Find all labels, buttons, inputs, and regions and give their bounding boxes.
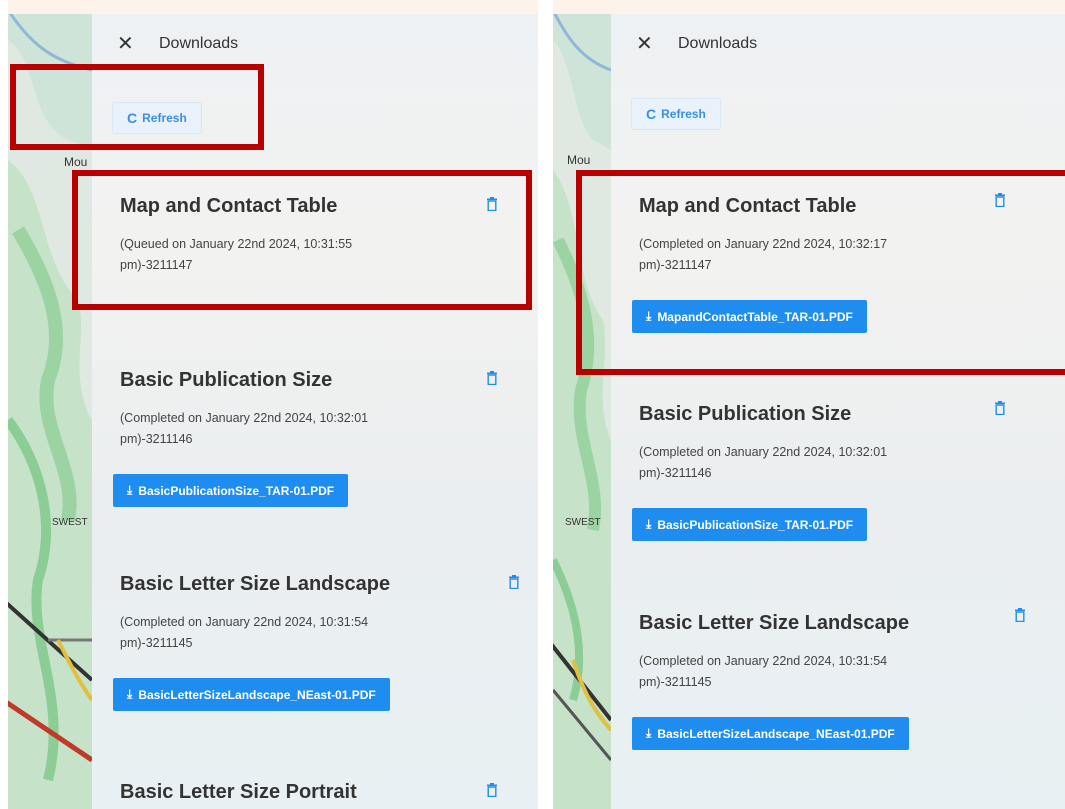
download-icon: ⤓ <box>127 483 133 497</box>
refresh-label: Refresh <box>661 107 706 121</box>
download-file-button[interactable]: ⤓ BasicPublicationSize_TAR-01.PDF <box>632 508 868 541</box>
item-title: Basic Letter Size Landscape <box>639 612 910 634</box>
screenshot-before: Mou SWEST ✕ Downloads C Refresh Map and … <box>8 0 538 809</box>
top-strip <box>8 0 538 14</box>
highlight-box-item <box>72 170 532 310</box>
panel-title: Downloads <box>678 35 758 52</box>
item-title: Basic Letter Size Portrait <box>120 781 357 803</box>
download-file-button[interactable]: ⤓ BasicLetterSizeLandscape_NEast-01.PDF <box>113 678 390 711</box>
download-item-publication: Basic Publication Size (Completed on Jan… <box>113 369 538 507</box>
panel-header: ✕ Downloads <box>636 34 757 54</box>
map-label-area: SWEST <box>565 517 601 528</box>
close-icon[interactable]: ✕ <box>117 34 139 54</box>
download-icon: ⤓ <box>646 726 652 740</box>
highlight-box-item <box>576 170 1065 375</box>
item-status: (Completed on January 22nd 2024, 10:31:5… <box>120 615 369 650</box>
file-name: BasicPublicationSize_TAR-01.PDF <box>138 483 335 498</box>
download-file-button[interactable]: ⤓ BasicPublicationSize_TAR-01.PDF <box>113 474 349 507</box>
download-item-letter-landscape: Basic Letter Size Landscape (Completed o… <box>113 573 538 711</box>
download-item-letter-landscape: Basic Letter Size Landscape (Completed o… <box>632 608 1065 750</box>
highlight-box-refresh <box>10 64 264 150</box>
item-title: Basic Publication Size <box>120 369 333 391</box>
download-item-letter-portrait: Basic Letter Size Portrait <box>120 781 538 804</box>
trash-icon[interactable] <box>486 371 498 385</box>
close-icon[interactable]: ✕ <box>636 34 658 54</box>
screenshot-after: Mou SWEST ✕ Downloads C Refresh Map and … <box>553 0 1065 809</box>
item-title: Basic Letter Size Landscape <box>120 573 391 595</box>
refresh-icon: C <box>646 106 657 122</box>
item-status: (Completed on January 22nd 2024, 10:32:0… <box>120 411 369 446</box>
download-item-publication: Basic Publication Size (Completed on Jan… <box>632 401 1065 541</box>
file-name: BasicLetterSizeLandscape_NEast-01.PDF <box>138 687 376 702</box>
trash-icon[interactable] <box>1014 608 1026 622</box>
trash-icon[interactable] <box>486 783 498 797</box>
item-status: (Completed on January 22nd 2024, 10:32:0… <box>639 445 888 480</box>
map-label-area: SWEST <box>52 517 88 528</box>
top-strip <box>553 0 1065 14</box>
panel-title: Downloads <box>159 35 239 52</box>
item-status: (Completed on January 22nd 2024, 10:31:5… <box>639 654 888 689</box>
trash-icon[interactable] <box>508 575 520 589</box>
download-icon: ⤓ <box>646 517 652 531</box>
panel-header: ✕ Downloads <box>117 34 238 54</box>
refresh-button[interactable]: C Refresh <box>631 98 721 130</box>
trash-icon[interactable] <box>994 401 1006 415</box>
download-icon: ⤓ <box>127 687 133 701</box>
download-file-button[interactable]: ⤓ BasicLetterSizeLandscape_NEast-01.PDF <box>632 717 909 750</box>
map-label-mountain: Mou <box>64 155 87 169</box>
downloads-panel: ✕ Downloads C Refresh Map and Contact Ta… <box>611 14 1065 809</box>
map-label-mountain: Mou <box>567 153 590 167</box>
file-name: BasicLetterSizeLandscape_NEast-01.PDF <box>657 726 895 741</box>
file-name: BasicPublicationSize_TAR-01.PDF <box>657 517 854 532</box>
